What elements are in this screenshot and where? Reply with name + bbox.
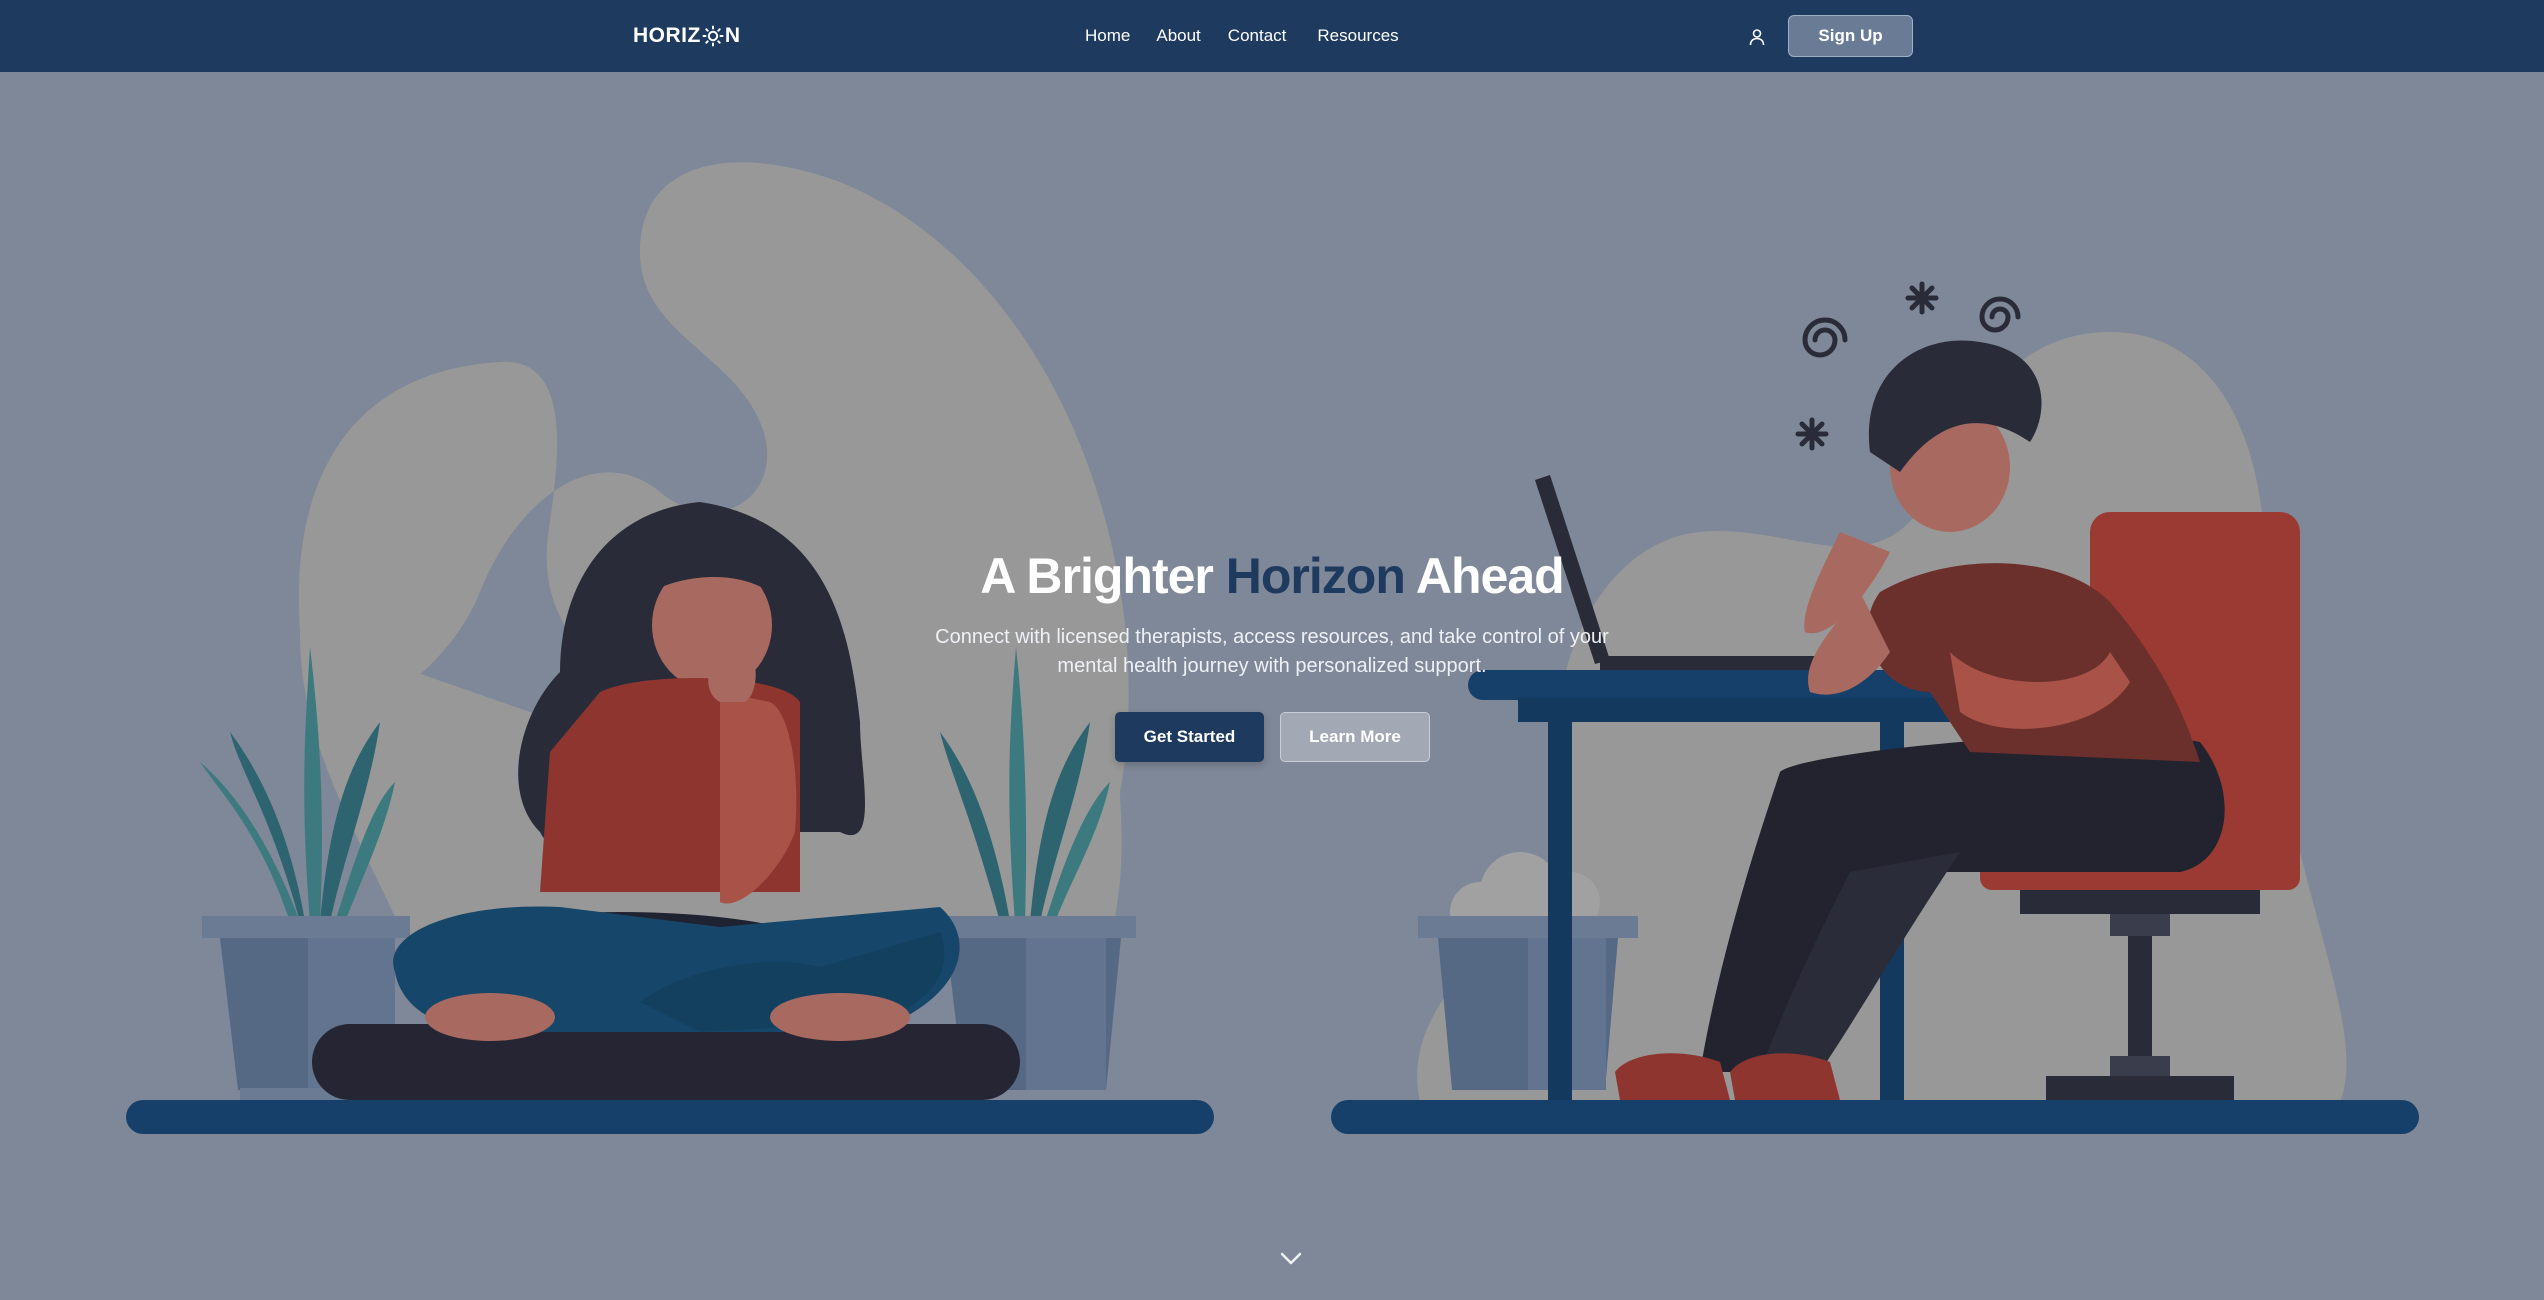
nav-link-resources[interactable]: Resources <box>1317 24 1398 48</box>
hero-title-end: Ahead <box>1404 548 1565 604</box>
sun-icon <box>702 25 724 47</box>
nav-link-home[interactable]: Home <box>1085 24 1130 48</box>
floor-bar-left <box>126 1100 1214 1134</box>
nav-link-about[interactable]: About <box>1156 24 1200 48</box>
navbar: HORIZ N Home About Contact Resources Sig… <box>0 0 2544 72</box>
nav-link-contact[interactable]: Contact <box>1228 24 1287 48</box>
logo-text-suffix: N <box>724 24 741 47</box>
hero-illustration <box>126 162 2419 1134</box>
user-account-button[interactable] <box>1744 24 1770 50</box>
learn-more-button[interactable]: Learn More <box>1280 712 1430 762</box>
signup-button[interactable]: Sign Up <box>1788 15 1913 57</box>
floor-bar-right <box>1331 1100 2419 1134</box>
scroll-down-button[interactable] <box>1278 1248 1304 1268</box>
user-icon <box>1749 29 1765 46</box>
logo[interactable]: HORIZ N <box>633 22 741 50</box>
hero-title: A Brighter Horizon Ahead <box>0 547 2544 605</box>
logo-text-prefix: HORIZ <box>633 24 701 47</box>
hero-title-start: A Brighter <box>980 548 1226 604</box>
hero-subtitle: Connect with licensed therapists, access… <box>935 626 1609 677</box>
get-started-button[interactable]: Get Started <box>1115 712 1264 762</box>
chevron-down-icon <box>1280 1252 1302 1265</box>
nav-links: Home About Contact Resources <box>1085 24 1399 48</box>
hero-title-accent: Horizon <box>1225 548 1406 604</box>
